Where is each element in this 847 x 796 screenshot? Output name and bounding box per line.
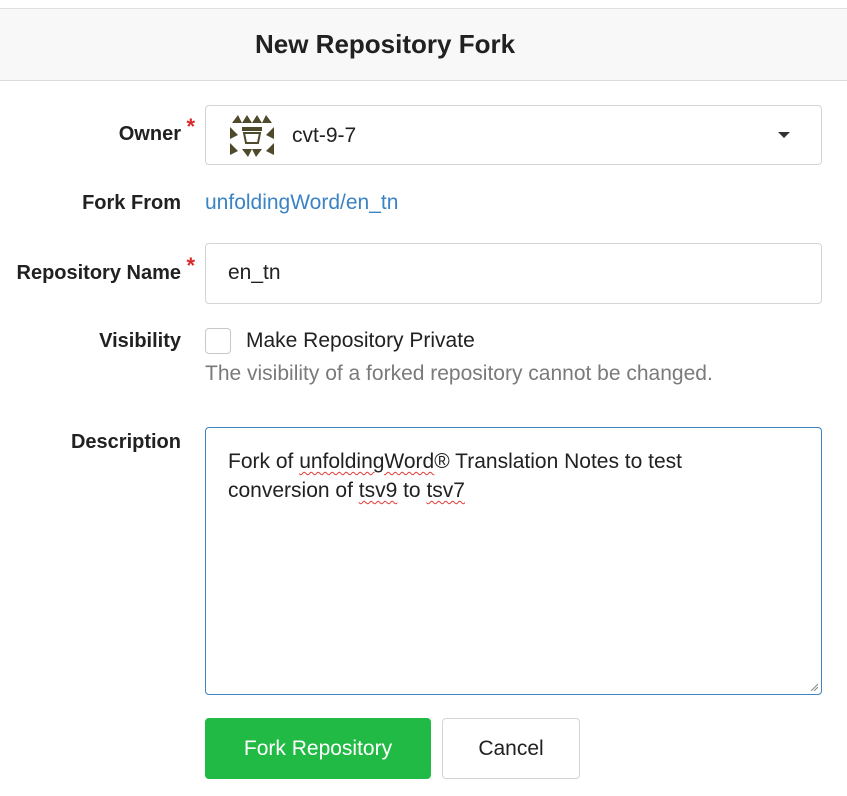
page-title: New Repository Fork [255, 29, 516, 59]
repo-name-label: Repository Name * [16, 254, 196, 285]
required-mark: * [186, 114, 195, 139]
owner-label-text: Owner [118, 123, 181, 145]
owner-select[interactable]: cvt-9-7 [205, 105, 822, 165]
chevron-down-icon[interactable] [778, 132, 790, 138]
private-checkbox[interactable] [205, 328, 231, 354]
description-text[interactable]: Fork of unfoldingWord® Translation Notes… [228, 447, 788, 505]
identicon-avatar-icon [230, 115, 274, 157]
desc-part-misspelled: tsv9 [358, 479, 398, 502]
required-mark: * [186, 253, 195, 278]
repo-name-input[interactable] [228, 261, 788, 285]
desc-part: to [397, 479, 427, 502]
desc-part-misspelled: tsv7 [426, 479, 465, 502]
description-label: Description [70, 431, 181, 453]
owner-label: Owner * [118, 115, 195, 146]
page-header: New Repository Fork [0, 8, 847, 81]
fork-repository-button[interactable]: Fork Repository [205, 718, 431, 779]
visibility-label: Visibility [99, 330, 181, 352]
owner-value: cvt-9-7 [292, 124, 357, 147]
desc-part: Fork of [228, 450, 300, 473]
fork-from-label: Fork From [82, 192, 181, 214]
description-textarea[interactable]: Fork of unfoldingWord® Translation Notes… [205, 427, 822, 695]
resize-handle-icon[interactable] [810, 683, 818, 691]
repo-name-label-text: Repository Name [16, 262, 182, 284]
private-checkbox-label[interactable]: Make Repository Private [246, 328, 475, 354]
visibility-helper-text: The visibility of a forked repository ca… [205, 362, 713, 385]
repo-name-field[interactable] [205, 243, 822, 304]
fork-from-link[interactable]: unfoldingWord/en_tn [205, 190, 398, 216]
cancel-button[interactable]: Cancel [442, 718, 580, 779]
desc-part-misspelled: unfoldingWord [299, 450, 435, 473]
